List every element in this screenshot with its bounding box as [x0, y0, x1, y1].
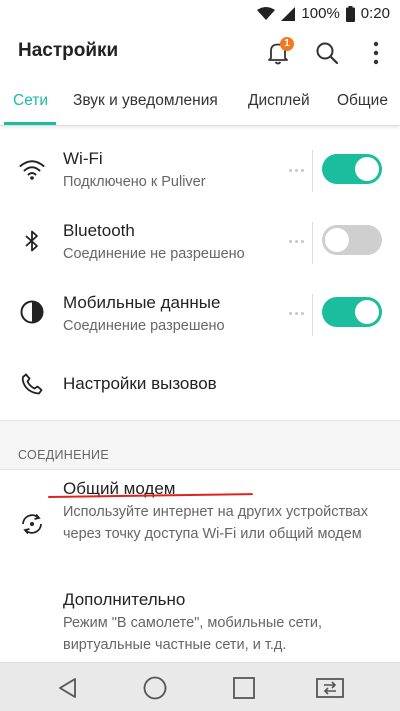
clock: 0:20 — [360, 5, 390, 22]
divider — [312, 294, 313, 336]
recents-button[interactable] — [228, 672, 260, 704]
wifi-title: Wi-Fi — [63, 149, 103, 168]
cell-signal-icon — [281, 6, 296, 21]
wifi-signal-icon — [257, 6, 276, 21]
mobile-data-icon — [18, 298, 46, 326]
app-bar: Настройки 1 — [0, 30, 400, 78]
page-title: Настройки — [18, 40, 119, 61]
bluetooth-icon — [18, 227, 46, 255]
tethering-description: Используйте интернет на других устройств… — [63, 504, 368, 542]
search-icon — [316, 42, 339, 65]
tab-bar: Сети Звук и уведомления Дисплей Общие — [0, 82, 400, 126]
bluetooth-toggle[interactable] — [322, 225, 382, 255]
more-options-button[interactable] — [360, 37, 392, 69]
wifi-icon — [18, 156, 46, 184]
call-settings-item[interactable]: Настройки вызовов — [0, 356, 400, 414]
phone-icon — [18, 370, 46, 398]
section-divider: СОЕДИНЕНИЕ — [0, 420, 400, 470]
status-icons: 100% 0:20 — [257, 5, 390, 22]
wifi-status: Подключено к Puliver — [63, 174, 206, 190]
notifications-button[interactable]: 1 — [262, 37, 294, 69]
tab-sound-notifications[interactable]: Звук и уведомления — [73, 92, 218, 110]
active-tab-indicator — [4, 122, 56, 125]
bluetooth-item[interactable]: Bluetooth Соединение не разрешено — [0, 212, 400, 276]
back-icon — [59, 678, 76, 698]
drag-handle-icon[interactable] — [289, 168, 305, 174]
call-settings-title: Настройки вызовов — [63, 374, 217, 393]
mobile-data-item[interactable]: Мобильные данные Соединение разрешено — [0, 284, 400, 348]
more-title: Дополнительно — [63, 590, 186, 609]
divider — [312, 222, 313, 264]
section-header: СОЕДИНЕНИЕ — [18, 448, 109, 462]
mobile-data-title: Мобильные данные — [63, 293, 221, 312]
bluetooth-status: Соединение не разрешено — [63, 246, 245, 262]
mobile-data-status: Соединение разрешено — [63, 318, 225, 334]
tab-networks[interactable]: Сети — [13, 92, 48, 110]
notification-badge: 1 — [280, 37, 294, 51]
home-icon — [143, 676, 167, 700]
wifi-item[interactable]: Wi-Fi Подключено к Puliver — [0, 140, 400, 204]
more-vert-icon — [373, 41, 379, 65]
drag-handle-icon[interactable] — [289, 239, 305, 245]
divider — [312, 150, 313, 192]
battery-icon — [345, 5, 355, 22]
mobile-data-toggle[interactable] — [322, 297, 382, 327]
drag-handle-icon[interactable] — [289, 311, 305, 317]
dual-window-icon — [316, 678, 344, 698]
status-bar: 100% 0:20 — [0, 0, 400, 30]
search-button[interactable] — [311, 37, 343, 69]
back-button[interactable] — [52, 672, 84, 704]
tethering-item[interactable]: Общий модем Используйте интернет на друг… — [0, 472, 400, 582]
tab-general[interactable]: Общие — [337, 92, 388, 110]
more-networks-item[interactable]: Дополнительно Режим "В самолете", мобиль… — [0, 582, 400, 662]
tab-display[interactable]: Дисплей — [248, 92, 310, 110]
tethering-icon — [18, 510, 46, 538]
dual-window-button[interactable] — [314, 672, 346, 704]
recents-icon — [233, 677, 255, 699]
navigation-bar — [0, 662, 400, 711]
more-description: Режим "В самолете", мобильные сети, вирт… — [63, 615, 322, 653]
battery-percent: 100% — [301, 5, 340, 22]
wifi-toggle[interactable] — [322, 154, 382, 184]
home-button[interactable] — [139, 672, 171, 704]
bluetooth-title: Bluetooth — [63, 221, 135, 240]
